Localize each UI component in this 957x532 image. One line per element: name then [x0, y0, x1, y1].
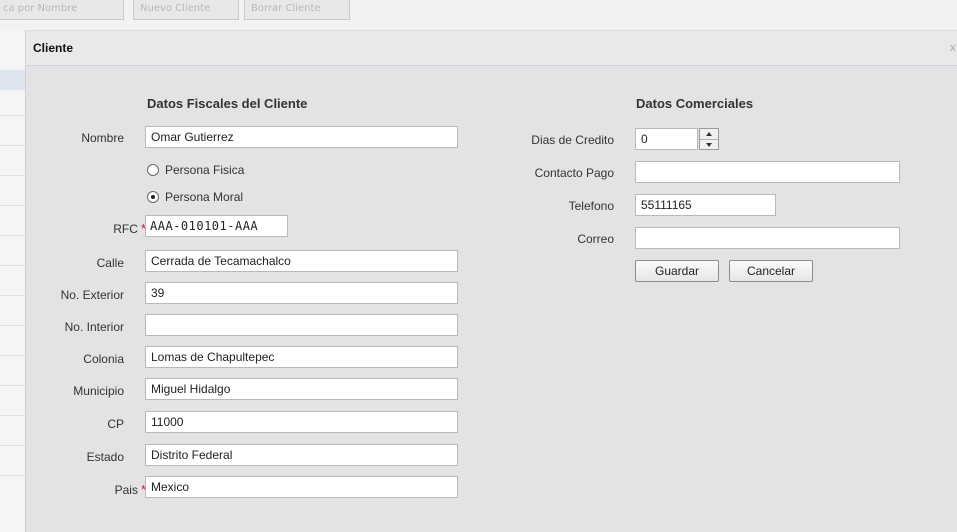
rfc-label: RFC *: [36, 221, 146, 236]
rfc-field[interactable]: AAA-010101-AAA: [145, 215, 288, 237]
guardar-button[interactable]: Guardar: [635, 260, 719, 282]
contacto-pago-label: Contacto Pago: [534, 166, 614, 180]
pais-label: Pais *: [36, 482, 146, 497]
telefono-label: Telefono: [568, 199, 614, 213]
pais-field[interactable]: Mexico: [145, 476, 458, 498]
fiscal-section-title: Datos Fiscales del Cliente: [147, 96, 308, 111]
persona-fisica-label: Persona Fisica: [165, 163, 245, 177]
comercial-section-title: Datos Comerciales: [636, 96, 754, 111]
cp-label: CP: [107, 417, 124, 431]
municipio-label: Municipio: [73, 384, 124, 398]
persona-fisica-radio[interactable]: Persona Fisica: [147, 163, 244, 177]
nombre-label: Nombre: [81, 131, 124, 145]
correo-label: Correo: [577, 232, 614, 246]
persona-moral-radio[interactable]: Persona Moral: [147, 190, 243, 204]
radio-selected-icon: [147, 191, 159, 203]
dias-credito-field[interactable]: 0: [635, 128, 698, 150]
search-by-name-button[interactable]: ca por Nombre: [0, 0, 124, 20]
background-table-edge: [0, 30, 26, 532]
nombre-field[interactable]: Omar Gutierrez: [145, 126, 458, 148]
cliente-dialog: Cliente x Datos Fiscales del Cliente Nom…: [25, 31, 957, 532]
spinner-up-icon[interactable]: [700, 129, 718, 139]
cp-field[interactable]: 11000: [145, 411, 458, 433]
colonia-field[interactable]: Lomas de Chapultepec: [145, 346, 458, 368]
selected-row-edge: [0, 70, 25, 90]
spinner-down-icon[interactable]: [700, 139, 718, 150]
dialog-header: Cliente x: [26, 31, 957, 66]
no-interior-field[interactable]: [145, 314, 458, 336]
municipio-field[interactable]: Miguel Hidalgo: [145, 378, 458, 400]
correo-field[interactable]: [635, 227, 900, 249]
radio-icon: [147, 164, 159, 176]
colonia-label: Colonia: [83, 352, 124, 366]
dias-credito-label: Dias de Credito: [531, 133, 614, 147]
dialog-title: Cliente: [33, 41, 74, 55]
contacto-pago-field[interactable]: [635, 161, 900, 183]
rfc-label-text: RFC: [113, 222, 138, 236]
calle-field[interactable]: Cerrada de Tecamachalco: [145, 250, 458, 272]
persona-moral-label: Persona Moral: [165, 190, 244, 204]
pais-label-text: Pais: [114, 483, 138, 497]
no-exterior-field[interactable]: 39: [145, 282, 458, 304]
estado-label: Estado: [86, 450, 124, 464]
no-interior-label: No. Interior: [64, 320, 124, 334]
calle-label: Calle: [96, 256, 124, 270]
delete-client-button[interactable]: Borrar Cliente: [244, 0, 350, 20]
background-toolbar: ca por Nombre Nuevo Cliente Borrar Clien…: [0, 0, 957, 31]
close-icon[interactable]: x: [949, 41, 956, 54]
spinner-buttons[interactable]: [699, 128, 719, 150]
new-client-button[interactable]: Nuevo Cliente: [133, 0, 239, 20]
telefono-field[interactable]: 55111165: [635, 194, 776, 216]
cancelar-button[interactable]: Cancelar: [729, 260, 813, 282]
estado-field[interactable]: Distrito Federal: [145, 444, 458, 466]
no-exterior-label: No. Exterior: [60, 288, 124, 302]
